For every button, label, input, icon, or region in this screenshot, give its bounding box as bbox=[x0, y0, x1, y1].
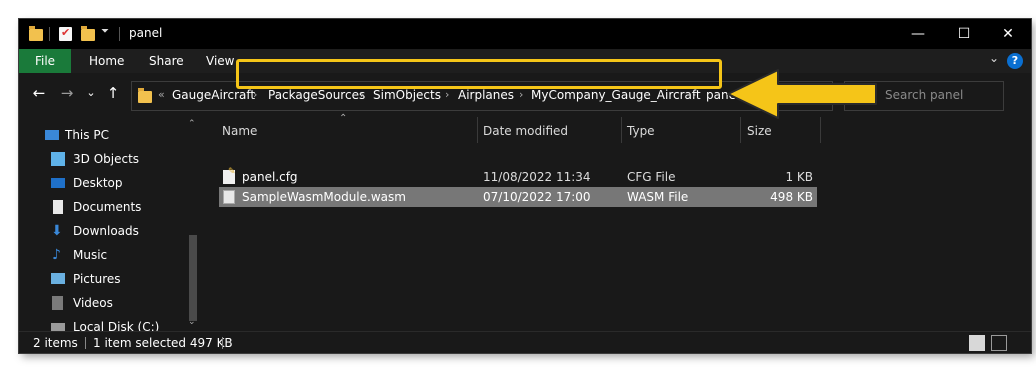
divider bbox=[49, 27, 50, 41]
file-name: SampleWasmModule.wasm bbox=[242, 190, 406, 204]
sidebar-item-videos[interactable]: Videos bbox=[19, 293, 189, 315]
forward-button[interactable]: → bbox=[57, 83, 77, 103]
scrollbar-thumb[interactable] bbox=[189, 235, 197, 321]
file-date: 11/08/2022 11:34 bbox=[483, 170, 591, 184]
maximize-button[interactable]: ☐ bbox=[941, 19, 987, 49]
folder-icon bbox=[138, 88, 152, 103]
breadcrumb-separator[interactable]: › bbox=[253, 88, 257, 101]
divider bbox=[119, 27, 120, 41]
large-icons-view-icon[interactable] bbox=[991, 335, 1007, 351]
sidebar-item-documents[interactable]: Documents bbox=[19, 197, 189, 219]
details-view-icon[interactable] bbox=[969, 335, 985, 351]
file-row[interactable]: ✎ panel.cfg 11/08/2022 11:34 CFG File 1 … bbox=[219, 167, 817, 187]
recent-locations-button[interactable]: ⌄ bbox=[81, 83, 101, 103]
file-name: panel.cfg bbox=[242, 170, 298, 184]
file-type: WASM File bbox=[627, 190, 689, 204]
status-bar: 2 items 1 item selected 497 KB bbox=[19, 331, 1031, 353]
sidebar-scrollbar[interactable]: ⌃ ⌄ bbox=[185, 115, 201, 331]
divider bbox=[85, 337, 86, 349]
folder-icon bbox=[29, 26, 43, 41]
navigation-pane: This PC 3D Objects Desktop Documents ⬇ D… bbox=[19, 115, 201, 334]
status-item-count: 2 items bbox=[33, 336, 78, 350]
path-highlight-box bbox=[236, 59, 722, 89]
local-disk-icon bbox=[51, 323, 65, 331]
file-icon bbox=[223, 190, 235, 204]
desktop-icon bbox=[51, 178, 65, 188]
pictures-icon bbox=[51, 273, 65, 284]
window-title: panel bbox=[129, 26, 163, 40]
config-file-icon: ✎ bbox=[223, 167, 236, 184]
properties-icon[interactable]: ✔ bbox=[59, 26, 72, 41]
column-header-size[interactable]: Size bbox=[747, 124, 772, 138]
file-type: CFG File bbox=[627, 170, 676, 184]
music-icon: ♪ bbox=[52, 247, 61, 263]
sidebar-item-this-pc[interactable]: This PC bbox=[19, 125, 189, 147]
search-input[interactable]: Search panel bbox=[885, 88, 963, 102]
minimize-button[interactable]: — bbox=[895, 19, 941, 49]
sidebar-item-label: Pictures bbox=[73, 272, 121, 286]
column-divider[interactable] bbox=[477, 117, 478, 143]
breadcrumb-mycompany-gauge-aircraft[interactable]: MyCompany_Gauge_Aircraft bbox=[531, 88, 701, 102]
ribbon-collapse-chevron-icon[interactable]: ⌄ bbox=[989, 51, 999, 65]
new-folder-icon[interactable] bbox=[81, 26, 95, 41]
status-selection: 1 item selected 497 KB bbox=[93, 336, 233, 350]
sidebar-item-label: Desktop bbox=[73, 176, 123, 190]
breadcrumb-separator[interactable]: › bbox=[519, 88, 523, 101]
close-button[interactable]: ✕ bbox=[985, 19, 1031, 49]
tab-share[interactable]: Share bbox=[149, 49, 184, 73]
file-size: 1 KB bbox=[785, 170, 813, 184]
file-list: ⌃ Name Date modified Type Size ✎ panel.c… bbox=[201, 113, 1031, 331]
breadcrumb-packagesources[interactable]: PackageSources bbox=[268, 88, 365, 102]
help-icon[interactable]: ? bbox=[1007, 53, 1023, 69]
sidebar-item-label: This PC bbox=[65, 128, 109, 142]
downloads-icon: ⬇ bbox=[51, 223, 63, 239]
breadcrumb-separator[interactable]: › bbox=[360, 88, 364, 101]
up-button[interactable]: ↑ bbox=[103, 83, 123, 103]
tab-view[interactable]: View bbox=[206, 49, 234, 73]
divider bbox=[222, 337, 223, 349]
documents-icon bbox=[53, 200, 63, 214]
scroll-up-icon[interactable]: ⌃ bbox=[188, 119, 196, 129]
sidebar-item-label: 3D Objects bbox=[73, 152, 140, 166]
breadcrumb-separator[interactable]: › bbox=[445, 88, 449, 101]
title-bar: ✔ ⏷ panel — ☐ ✕ bbox=[19, 19, 1031, 49]
sidebar-item-label: Videos bbox=[73, 296, 113, 310]
column-header-name[interactable]: Name bbox=[222, 124, 257, 138]
sidebar-item-pictures[interactable]: Pictures bbox=[19, 269, 189, 291]
sidebar-item-label: Documents bbox=[73, 200, 142, 214]
sidebar-item-downloads[interactable]: ⬇ Downloads bbox=[19, 221, 189, 243]
sidebar-item-label: Downloads bbox=[73, 224, 139, 238]
column-header-date-modified[interactable]: Date modified bbox=[483, 124, 568, 138]
sidebar-item-3d-objects[interactable]: 3D Objects bbox=[19, 149, 189, 171]
breadcrumb-gaugeaircraft[interactable]: GaugeAircraft bbox=[172, 88, 255, 102]
customize-quick-access-icon[interactable]: ⏷ bbox=[101, 26, 109, 37]
this-pc-icon bbox=[45, 130, 59, 140]
tab-home[interactable]: Home bbox=[89, 49, 124, 73]
tab-file[interactable]: File bbox=[19, 49, 71, 73]
3d-objects-icon bbox=[51, 152, 65, 166]
file-date: 07/10/2022 17:00 bbox=[483, 190, 591, 204]
overflow-icon[interactable]: « bbox=[158, 88, 165, 101]
scroll-down-icon[interactable]: ⌄ bbox=[188, 317, 196, 327]
column-divider[interactable] bbox=[621, 117, 622, 143]
back-button[interactable]: ← bbox=[29, 83, 49, 103]
sort-ascending-icon: ⌃ bbox=[339, 113, 348, 124]
sidebar-item-desktop[interactable]: Desktop bbox=[19, 173, 189, 195]
videos-icon bbox=[52, 296, 63, 310]
breadcrumb-separator[interactable]: › bbox=[692, 88, 696, 101]
file-row-selected[interactable]: SampleWasmModule.wasm 07/10/2022 17:00 W… bbox=[219, 187, 817, 207]
file-size: 498 KB bbox=[770, 190, 813, 204]
sidebar-item-music[interactable]: ♪ Music bbox=[19, 245, 189, 267]
column-header-type[interactable]: Type bbox=[627, 124, 655, 138]
callout-arrow-icon bbox=[727, 69, 877, 119]
sidebar-item-label: Music bbox=[73, 248, 108, 262]
breadcrumb-airplanes[interactable]: Airplanes bbox=[458, 88, 514, 102]
breadcrumb-simobjects[interactable]: SimObjects bbox=[373, 88, 441, 102]
